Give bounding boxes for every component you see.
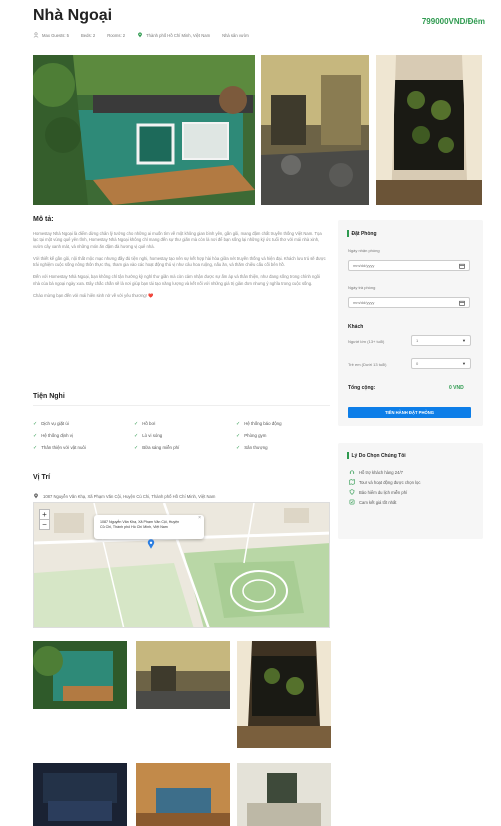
max-guests: Max Guests: 5 [42, 32, 69, 38]
guests-title: Khách [348, 324, 364, 330]
amenity-item: ✓ Dịch vụ giặt ủi [33, 420, 69, 427]
total-label: Tổng cộng: [348, 385, 376, 391]
checkin-date-input[interactable]: mm/dd/yyyy [348, 260, 470, 271]
location-title: Vị Trí [33, 474, 51, 481]
check-icon: ✓ [134, 444, 139, 451]
why-item: Bảo hiểm du lịch miễn phí [349, 487, 420, 497]
check-icon: ✓ [236, 432, 241, 439]
amenities-title: Tiện Nghi [33, 393, 65, 400]
amenity-item: ✓ Bữa sáng miễn phí [134, 444, 180, 451]
chevron-down-icon: ▼ [462, 338, 466, 343]
checkout-label: Ngày trả phòng [348, 285, 376, 290]
price-per-night: 799000VND/Đêm [421, 17, 485, 26]
children-select[interactable]: 0 ▼ [411, 358, 471, 369]
rooms-count: Rooms: 2 [107, 32, 126, 38]
why-list: Hỗ trợ khách hàng 24/7 Tour và hoạt động… [349, 467, 420, 507]
location-map[interactable]: + − × 1087 Nguyễn Văn Khạ, Xã Phạm Văn C… [33, 502, 330, 628]
description-body: Homestay Nhà Ngoại là điểm dừng chân lý … [33, 231, 326, 305]
description-paragraph: Chào mừng bạn đến với mái hiên sinh nở v… [33, 293, 154, 299]
price-tag-icon [349, 499, 355, 505]
page-title: Nhà Ngoại [33, 7, 113, 24]
gallery-thumb-1[interactable] [33, 641, 127, 709]
adults-select[interactable]: 1 ▼ [411, 335, 471, 346]
gallery-thumb-4[interactable] [33, 763, 127, 826]
description-title: Mô tả: [33, 216, 54, 223]
check-icon: ✓ [33, 444, 38, 451]
description-paragraph: Homestay Nhà Ngoại là điểm dừng chân lý … [33, 231, 322, 249]
gallery-thumb-6[interactable] [237, 763, 331, 826]
amenity-item: ✓ Thân thiện với vật nuôi [33, 444, 86, 451]
why-item: Cam kết giá tốt nhất [349, 497, 420, 507]
location-pin-icon [34, 493, 38, 499]
check-icon: ✓ [134, 432, 139, 439]
gallery-photo-3[interactable] [376, 55, 482, 205]
book-now-button[interactable]: TIẾN HÀNH ĐẶT PHÒNG [348, 407, 471, 418]
amenity-item: ✓ Hồ bơi [134, 420, 156, 427]
calendar-icon [459, 300, 465, 306]
booking-title: Đặt Phòng [347, 230, 377, 237]
map-popup: × 1087 Nguyễn Văn Khạ, Xã Phạm Văn Cội, … [94, 515, 204, 539]
address-line: 1087 Nguyễn Văn Khạ, Xã Phạm Văn Cội, Hu… [33, 493, 215, 499]
amenity-item: ✓ Sân thượng [236, 444, 268, 451]
chevron-down-icon: ▼ [462, 361, 466, 366]
gallery-thumb-5[interactable] [136, 763, 230, 826]
why-item: Tour và hoạt động được chọn lọc [349, 477, 420, 487]
description-paragraph: Đến với Homestay Nhà Ngoại, bạn không ch… [33, 274, 320, 286]
close-icon[interactable]: × [198, 516, 201, 521]
check-icon: ✓ [236, 420, 241, 427]
category-text: Nhà sân vườn [222, 32, 249, 38]
check-icon: ✓ [33, 432, 38, 439]
check-icon: ✓ [236, 444, 241, 451]
gallery-photo-2[interactable] [261, 55, 369, 205]
check-icon: ✓ [134, 420, 139, 427]
amenities-list: ✓ Dịch vụ giặt ủi ✓ Hồ bơi ✓ Hệ thống báo đ… [33, 420, 326, 451]
map-icon [349, 479, 355, 485]
shield-icon [349, 489, 355, 495]
gallery-thumb-2[interactable] [136, 641, 230, 709]
location-pin-icon [138, 32, 143, 38]
amenity-item: ✓ Phòng gym [236, 432, 267, 439]
children-label: Trẻ em (Dưới 13 tuổi) [348, 362, 387, 367]
zoom-out-button[interactable]: − [39, 519, 50, 530]
location-text: Thành phố Hồ Chí Minh, Việt Nam [146, 32, 211, 38]
description-paragraph: Với thiết kế gần gũi, nội thất mộc mạc n… [33, 255, 326, 268]
adults-label: Người lớn (13+ tuổi) [348, 339, 385, 344]
check-icon: ✓ [33, 420, 38, 427]
why-title: Lý Do Chọn Chúng Tôi [347, 452, 406, 459]
amenity-item: ✓ Hệ thống định vị [33, 432, 73, 439]
address-text: 1087 Nguyễn Văn Khạ, Xã Phạm Văn Cội, Hu… [43, 493, 216, 499]
gallery-thumb-3[interactable] [237, 641, 331, 748]
amenity-item: ✓ Lò vi sóng [134, 432, 163, 439]
why-item: Hỗ trợ khách hàng 24/7 [349, 467, 420, 477]
divider [33, 405, 330, 406]
checkout-date-input[interactable]: mm/dd/yyyy [348, 297, 470, 308]
checkin-label: Ngày nhận phòng [348, 248, 380, 253]
amenity-item: ✓ Hệ thống báo động [236, 420, 282, 427]
beds-count: Beds: 2 [81, 32, 96, 38]
main-photo[interactable] [33, 55, 255, 205]
calendar-icon [459, 263, 465, 269]
property-meta: Max Guests: 5 Beds: 2 Rooms: 2 Thành phố… [33, 32, 249, 38]
total-value: 0 VND [449, 385, 464, 391]
user-icon [33, 32, 39, 38]
headset-icon [349, 470, 355, 474]
map-marker-icon[interactable] [147, 539, 155, 549]
